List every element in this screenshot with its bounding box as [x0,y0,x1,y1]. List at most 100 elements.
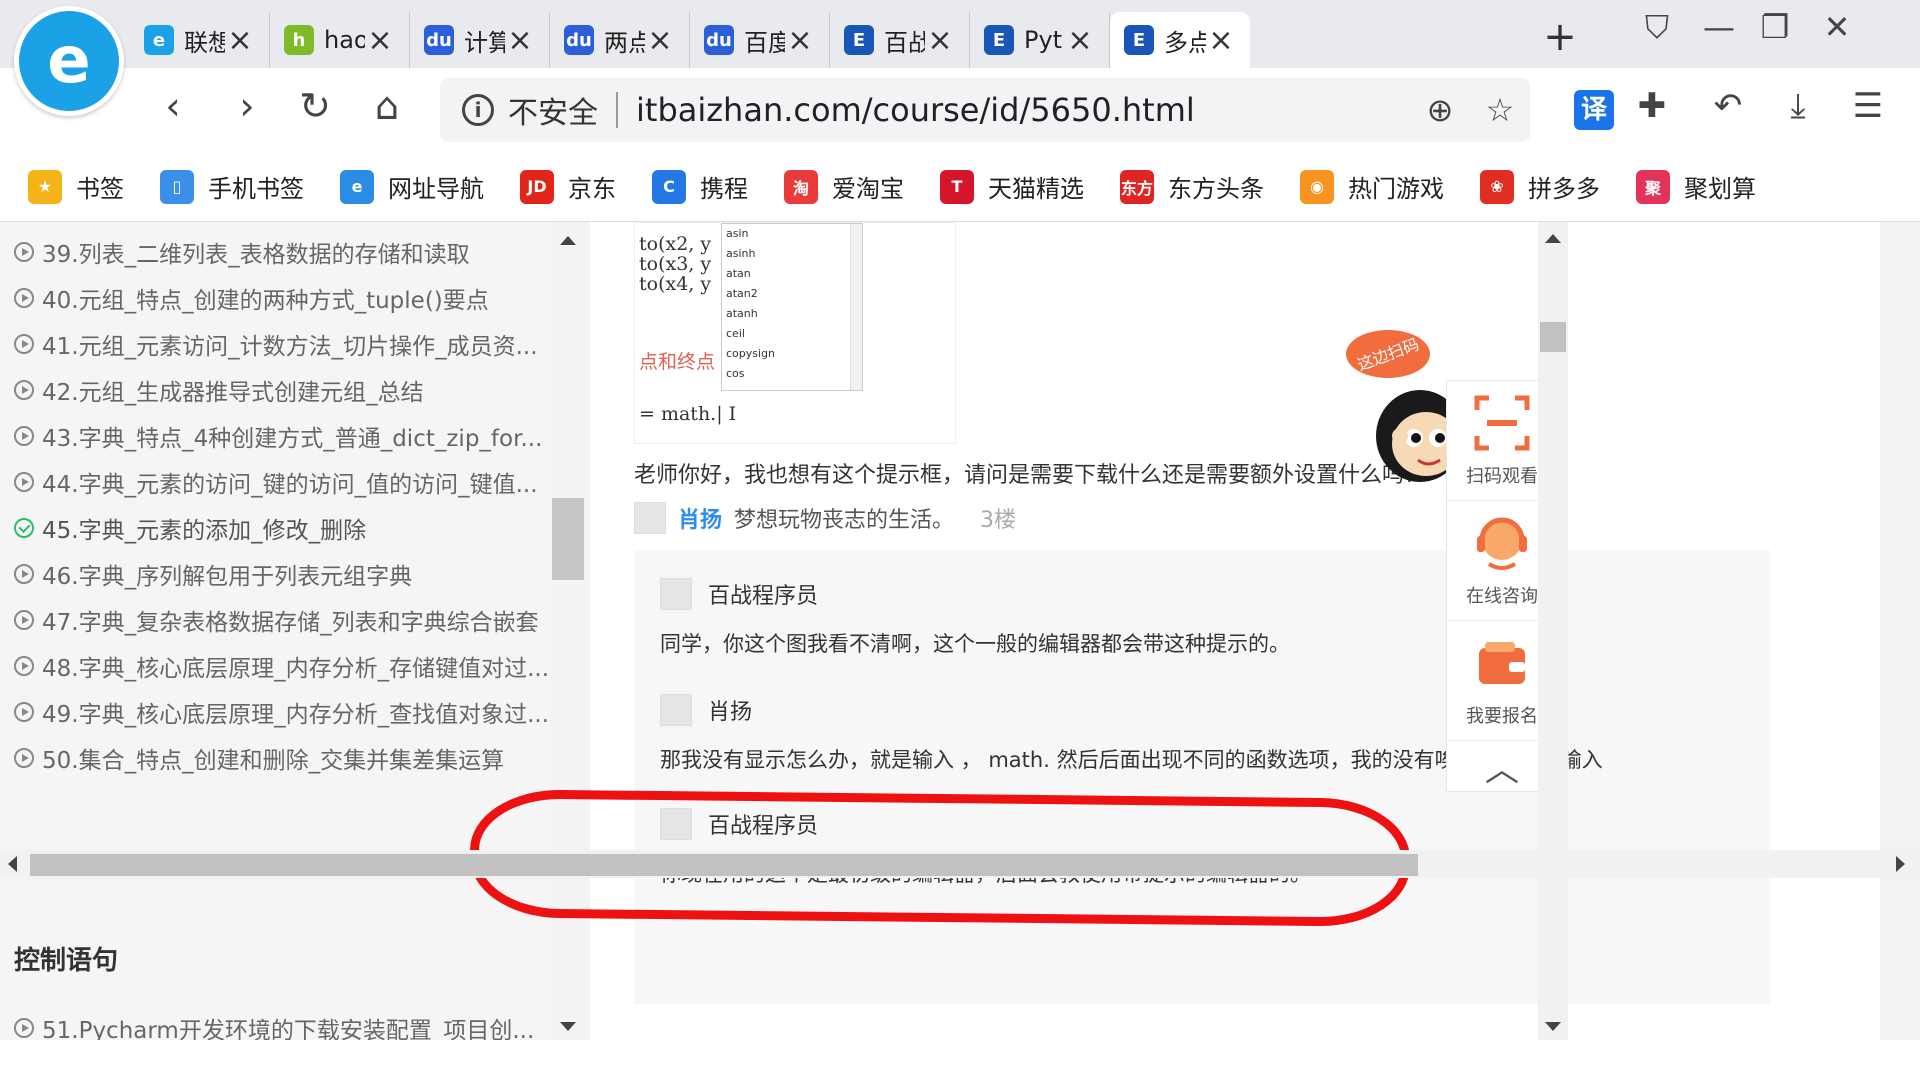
bookmark-item[interactable]: ◉ 热门游戏 [1300,169,1444,204]
avatar[interactable] [660,694,692,726]
info-icon[interactable]: i [462,94,494,126]
scan-label: 扫码观看 [1466,465,1538,487]
browser-tab[interactable]: du 两点 × [550,12,690,68]
avatar[interactable] [634,502,666,534]
bookmark-item[interactable]: ★ 书签 [28,169,124,204]
scroll-up-arrow-icon[interactable] [560,236,576,245]
lesson-item[interactable]: 45.字典_元素的添加_修改_删除 [14,508,554,548]
lesson-item[interactable]: 51.Pycharm开发环境的下载安装配置_项目创... [14,1008,554,1040]
bookmark-item[interactable]: JD 京东 [520,169,616,204]
autocomplete-scrollbar [850,224,862,390]
download-icon[interactable]: ⤓ [1770,86,1826,126]
bookmark-item[interactable]: 聚聚划算 [1636,169,1756,204]
scroll-down-arrow-icon[interactable] [560,1022,576,1031]
code-line: to(x3, y [639,253,712,275]
lesson-item[interactable]: 40.元组_特点_创建的两种方式_tuple()要点 [14,278,554,318]
minimize-button[interactable]: — [1694,8,1744,46]
translate-icon[interactable]: 译 [1574,90,1614,130]
horizontal-scrollbar[interactable] [0,850,1920,878]
extensions-puzzle-icon[interactable]: ✚ [1624,86,1680,126]
lesson-item[interactable]: 44.字典_元素的访问_键的访问_值的访问_键值... [14,462,554,502]
close-window-button[interactable]: ✕ [1812,8,1862,46]
sidebar-scrollbar[interactable] [552,222,584,1040]
lesson-item[interactable]: 39.列表_二维列表_表格数据的存储和读取 [14,232,554,272]
tab-close-icon[interactable]: × [505,23,535,58]
chevron-up-icon: ︿ [1485,749,1519,790]
bookmark-label: 手机书签 [208,175,304,203]
menu-hamburger-icon[interactable]: ☰ [1840,86,1896,126]
lesson-item[interactable]: 47.字典_复杂表格数据存储_列表和字典综合嵌套 [14,600,554,640]
url-input[interactable]: itbaizhan.com/course/id/5650.html [636,91,1410,129]
avatar[interactable] [660,578,692,610]
lesson-item[interactable]: 42.元组_生成器推导式创建元组_总结 [14,370,554,410]
address-bar[interactable]: i 不安全 itbaizhan.com/course/id/5650.html … [440,78,1530,142]
tab-close-icon[interactable]: × [225,23,255,58]
author-name[interactable]: 肖扬 [678,502,722,534]
tab-close-icon[interactable]: × [365,23,395,58]
page-scroll-thumb[interactable] [1540,322,1566,352]
browser-tab[interactable]: E Pyt × [970,12,1110,68]
browser-logo-icon[interactable]: e [14,6,124,116]
scroll-down-arrow-icon[interactable] [1545,1022,1561,1031]
question-screenshot[interactable]: to(x2, y to(x3, y to(x4, y asin asinh atan… [634,222,956,444]
lesson-item[interactable]: 43.字典_特点_4种创建方式_普通_dict_zip_for... [14,416,554,456]
lesson-item[interactable]: 49.字典_核心底层原理_内存分析_查找值对象过... [14,692,554,732]
lesson-item[interactable]: 50.集合_特点_创建和删除_交集并集差集运算 [14,738,554,778]
security-label[interactable]: 不安全 [508,88,598,132]
e-icon: e [144,25,174,55]
bookmark-item[interactable]: e 网址导航 [340,169,484,204]
avatar[interactable] [660,808,692,840]
maximize-button[interactable]: ❐ [1750,8,1800,46]
bookmark-item[interactable]: C 携程 [652,169,748,204]
scroll-right-arrow-icon[interactable] [1896,856,1905,872]
zoom-icon[interactable]: ⊕ [1410,91,1470,129]
reply-author[interactable]: 百战程序员 [708,808,818,840]
browser-tab[interactable]: du 百度 × [690,12,830,68]
lesson-item[interactable]: 41.元组_元素访问_计数方法_切片操作_成员资... [14,324,554,364]
browser-tab[interactable]: E 多点 × [1110,12,1250,68]
autocomplete-item: asin [726,227,749,240]
browser-tab[interactable]: E 百战 × [830,12,970,68]
mascot-icon[interactable]: 这边扫码 [1340,326,1450,502]
sidebar-scroll-thumb[interactable] [552,498,584,580]
browser-tab[interactable]: du 计算 × [410,12,550,68]
tab-close-icon[interactable]: × [785,23,815,58]
replies-box: 百战程序员 同学，你这个图我看不清啊，这个一般的编辑器都会带这种提示的。 肖扬 … [634,550,1770,1004]
bookmark-item[interactable]: 东方 东方头条 [1120,169,1264,204]
browser-tab[interactable]: h hao × [270,12,410,68]
horizontal-scroll-thumb[interactable] [30,854,1418,876]
bookmark-item[interactable]: ❀ 拼多多 [1480,169,1600,204]
back-button[interactable]: ‹ [148,84,198,128]
lesson-title: 48.字典_核心底层原理_内存分析_存储键值对过... [42,656,550,682]
star-bookmark-icon[interactable]: ☆ [1470,91,1530,129]
game-icon: ◉ [1300,169,1334,204]
reload-button[interactable]: ↻ [290,84,340,128]
home-button[interactable]: ⌂ [362,84,412,128]
bookmark-item[interactable]: ▯ 手机书签 [160,169,304,204]
reply-author[interactable]: 百战程序员 [708,578,818,610]
tab-close-icon[interactable]: × [925,23,955,58]
skin-shirt-icon[interactable]: ⛉ [1632,8,1682,47]
jd-icon: JD [520,169,554,204]
play-circle-icon [14,242,34,262]
scroll-left-arrow-icon[interactable] [8,856,17,872]
browser-tab[interactable]: e 联想 × [130,12,270,68]
play-circle-icon [14,380,34,400]
star-icon: ★ [28,169,62,204]
forward-button[interactable]: › [222,84,272,128]
tab-close-icon[interactable]: × [1206,23,1236,58]
baidu-paw-icon: du [424,25,454,55]
lesson-item[interactable]: 48.字典_核心底层原理_内存分析_存储键值对过... [14,646,554,686]
lesson-item[interactable]: 46.字典_序列解包用于列表元组字典 [14,554,554,594]
bookmark-item[interactable]: T 天猫精选 [940,169,1084,204]
tab-close-icon[interactable]: × [645,23,675,58]
tab-close-icon[interactable]: × [1065,23,1095,58]
scroll-up-arrow-icon[interactable] [1545,234,1561,243]
bookmark-label: 京东 [568,175,616,203]
baidu-paw-icon: du [564,25,594,55]
undo-close-tab-icon[interactable]: ↶ [1700,86,1756,126]
reply-author[interactable]: 肖扬 [708,694,752,726]
new-tab-button[interactable]: + [1540,14,1580,60]
bookmark-item[interactable]: 淘爱淘宝 [784,169,904,204]
lesson-title: 42.元组_生成器推导式创建元组_总结 [42,380,424,406]
